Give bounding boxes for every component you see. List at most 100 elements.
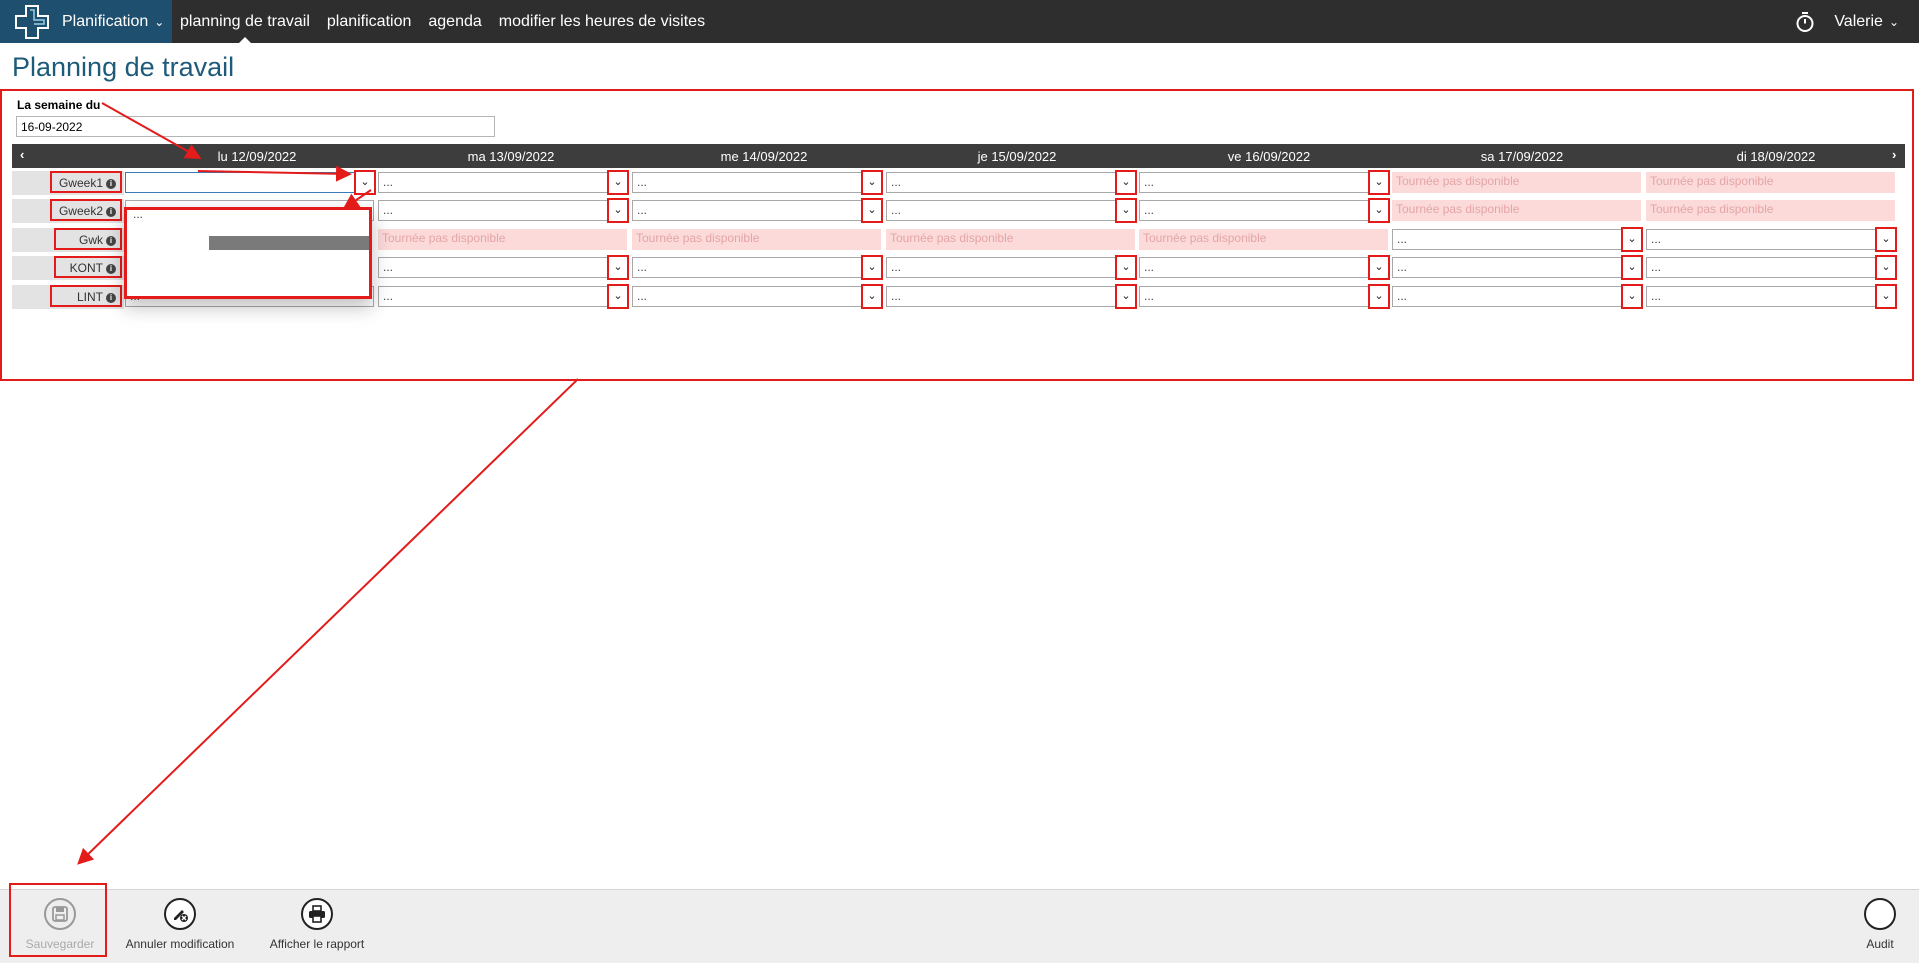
cell-gweek2-sat: Tournée pas disponible <box>1392 200 1641 221</box>
chevron-down-icon: ⌄ <box>154 14 165 29</box>
page-title: Planning de travail <box>12 52 235 82</box>
days-header: ‹ lu 12/09/2022 ma 13/09/2022 me 14/09/2… <box>12 144 1905 168</box>
cell-gweek1-thu[interactable]: ... ⌄ <box>886 170 1137 195</box>
dropdown-options-popup[interactable]: ... <box>124 207 372 299</box>
row-label-text: Gwk <box>79 233 103 247</box>
cell-gweek1-sun: Tournée pas disponible <box>1646 172 1895 193</box>
chevron-down-icon[interactable]: ⌄ <box>1621 227 1643 252</box>
week-date-input[interactable] <box>16 116 495 137</box>
chevron-down-icon[interactable]: ⌄ <box>1368 255 1390 280</box>
info-icon[interactable]: i <box>106 293 116 303</box>
cell-gweek1-fri[interactable]: ... ⌄ <box>1139 170 1390 195</box>
show-report-button[interactable]: Afficher le rapport <box>262 898 372 951</box>
cell-lint-wed[interactable]: ... ⌄ <box>632 284 883 309</box>
nav-planning-de-travail[interactable]: planning de travail <box>180 0 310 43</box>
stopwatch-icon[interactable] <box>1794 11 1816 33</box>
day-header-thu: je 15/09/2022 <box>977 149 1057 164</box>
cell-value: ... <box>1144 203 1155 217</box>
cell-gweek2-fri[interactable]: ... ⌄ <box>1139 198 1390 223</box>
cell-gweek2-thu[interactable]: ... ⌄ <box>886 198 1137 223</box>
chevron-down-icon[interactable]: ⌄ <box>861 198 883 223</box>
day-header-tue: ma 13/09/2022 <box>467 149 555 164</box>
chevron-down-icon[interactable]: ⌄ <box>1875 227 1897 252</box>
chevron-down-icon[interactable]: ⌄ <box>1115 170 1137 195</box>
info-icon[interactable]: i <box>106 207 116 217</box>
cell-gweek1-sat: Tournée pas disponible <box>1392 172 1641 193</box>
app-menu[interactable]: Planification ⌄ <box>0 0 172 43</box>
chevron-down-icon[interactable]: ⌄ <box>354 170 376 195</box>
previous-week-icon[interactable]: ‹ <box>20 147 24 162</box>
save-annotation-box <box>9 883 107 957</box>
cell-kont-sun[interactable]: ... ⌄ <box>1646 255 1897 280</box>
next-week-icon[interactable]: › <box>1892 147 1896 162</box>
user-name[interactable]: Valerie <box>1834 13 1883 31</box>
row-label-gweek2: Gweek2 i <box>50 199 122 221</box>
cell-lint-tue[interactable]: ... ⌄ <box>378 284 629 309</box>
app-name[interactable]: Planification <box>62 13 148 31</box>
cancel-edit-icon <box>164 898 196 930</box>
chevron-down-icon[interactable]: ⌄ <box>1368 284 1390 309</box>
chevron-down-icon[interactable]: ⌄ <box>1621 284 1643 309</box>
nav-agenda[interactable]: agenda <box>428 0 481 43</box>
cell-gweek1-mon[interactable]: ⌄ <box>125 170 376 195</box>
chevron-down-icon[interactable]: ⌄ <box>861 284 883 309</box>
cell-kont-sat[interactable]: ... ⌄ <box>1392 255 1643 280</box>
cell-gweek1-tue[interactable]: ... ⌄ <box>378 170 629 195</box>
cell-lint-fri[interactable]: ... ⌄ <box>1139 284 1390 309</box>
cell-value: ... <box>891 203 902 217</box>
chevron-down-icon[interactable]: ⌄ <box>1368 198 1390 223</box>
cell-lint-sat[interactable]: ... ⌄ <box>1392 284 1643 309</box>
chevron-down-icon[interactable]: ⌄ <box>1875 284 1897 309</box>
dropdown-option-highlighted[interactable] <box>209 236 369 250</box>
info-icon[interactable]: i <box>106 179 116 189</box>
cell-lint-thu[interactable]: ... ⌄ <box>886 284 1137 309</box>
cell-gweek2-tue[interactable]: ... ⌄ <box>378 198 629 223</box>
nav-planification[interactable]: planification <box>327 0 412 43</box>
chevron-down-icon[interactable]: ⌄ <box>1115 198 1137 223</box>
cell-gwk-thu: Tournée pas disponible <box>886 229 1135 250</box>
chevron-down-icon[interactable]: ⌄ <box>607 255 629 280</box>
dropdown-option[interactable]: ... <box>133 207 143 221</box>
nav-modifier-heures-visites[interactable]: modifier les heures de visites <box>499 0 705 43</box>
cell-gweek1-wed[interactable]: ... ⌄ <box>632 170 883 195</box>
cell-gwk-sat[interactable]: ... ⌄ <box>1392 227 1643 252</box>
cell-value: ... <box>637 260 648 274</box>
chevron-down-icon[interactable]: ⌄ <box>607 198 629 223</box>
week-label: La semaine du <box>17 98 101 112</box>
cell-value: Tournée pas disponible <box>636 231 760 245</box>
audit-button[interactable]: Audit <box>1858 898 1902 951</box>
cell-kont-thu[interactable]: ... ⌄ <box>886 255 1137 280</box>
cell-kont-tue[interactable]: ... ⌄ <box>378 255 629 280</box>
chevron-down-icon[interactable]: ⌄ <box>1875 255 1897 280</box>
cell-lint-sun[interactable]: ... ⌄ <box>1646 284 1897 309</box>
chevron-down-icon[interactable]: ⌄ <box>607 170 629 195</box>
chevron-down-icon[interactable]: ⌄ <box>607 284 629 309</box>
cell-value: ... <box>383 260 394 274</box>
cell-value: Tournée pas disponible <box>890 231 1014 245</box>
cell-gwk-wed: Tournée pas disponible <box>632 229 881 250</box>
chevron-down-icon[interactable]: ⌄ <box>1115 255 1137 280</box>
info-icon[interactable]: i <box>106 264 116 274</box>
row-label-text: LINT <box>76 290 103 304</box>
user-menu[interactable]: Valerie ⌄ <box>1794 0 1899 43</box>
cell-kont-fri[interactable]: ... ⌄ <box>1139 255 1390 280</box>
report-label: Afficher le rapport <box>269 937 365 951</box>
cell-value: ... <box>1651 232 1662 246</box>
chevron-down-icon[interactable]: ⌄ <box>1621 255 1643 280</box>
cell-gweek2-wed[interactable]: ... ⌄ <box>632 198 883 223</box>
chevron-down-icon[interactable]: ⌄ <box>1368 170 1390 195</box>
cell-gwk-sun[interactable]: ... ⌄ <box>1646 227 1897 252</box>
cell-value: ... <box>1651 260 1662 274</box>
chevron-down-icon[interactable]: ⌄ <box>861 170 883 195</box>
chevron-down-icon[interactable]: ⌄ <box>861 255 883 280</box>
info-icon[interactable]: i <box>106 236 116 246</box>
cancel-modification-button[interactable]: Annuler modification <box>118 898 242 951</box>
cell-value: ... <box>383 175 394 189</box>
row-label-text: Gweek2 <box>58 204 103 218</box>
row-label-gweek1: Gweek1 i <box>50 171 122 193</box>
chevron-down-icon[interactable]: ⌄ <box>1115 284 1137 309</box>
cell-value: ... <box>1651 289 1662 303</box>
cell-value: ... <box>383 289 394 303</box>
cell-kont-wed[interactable]: ... ⌄ <box>632 255 883 280</box>
day-header-sat: sa 17/09/2022 <box>1480 149 1564 164</box>
